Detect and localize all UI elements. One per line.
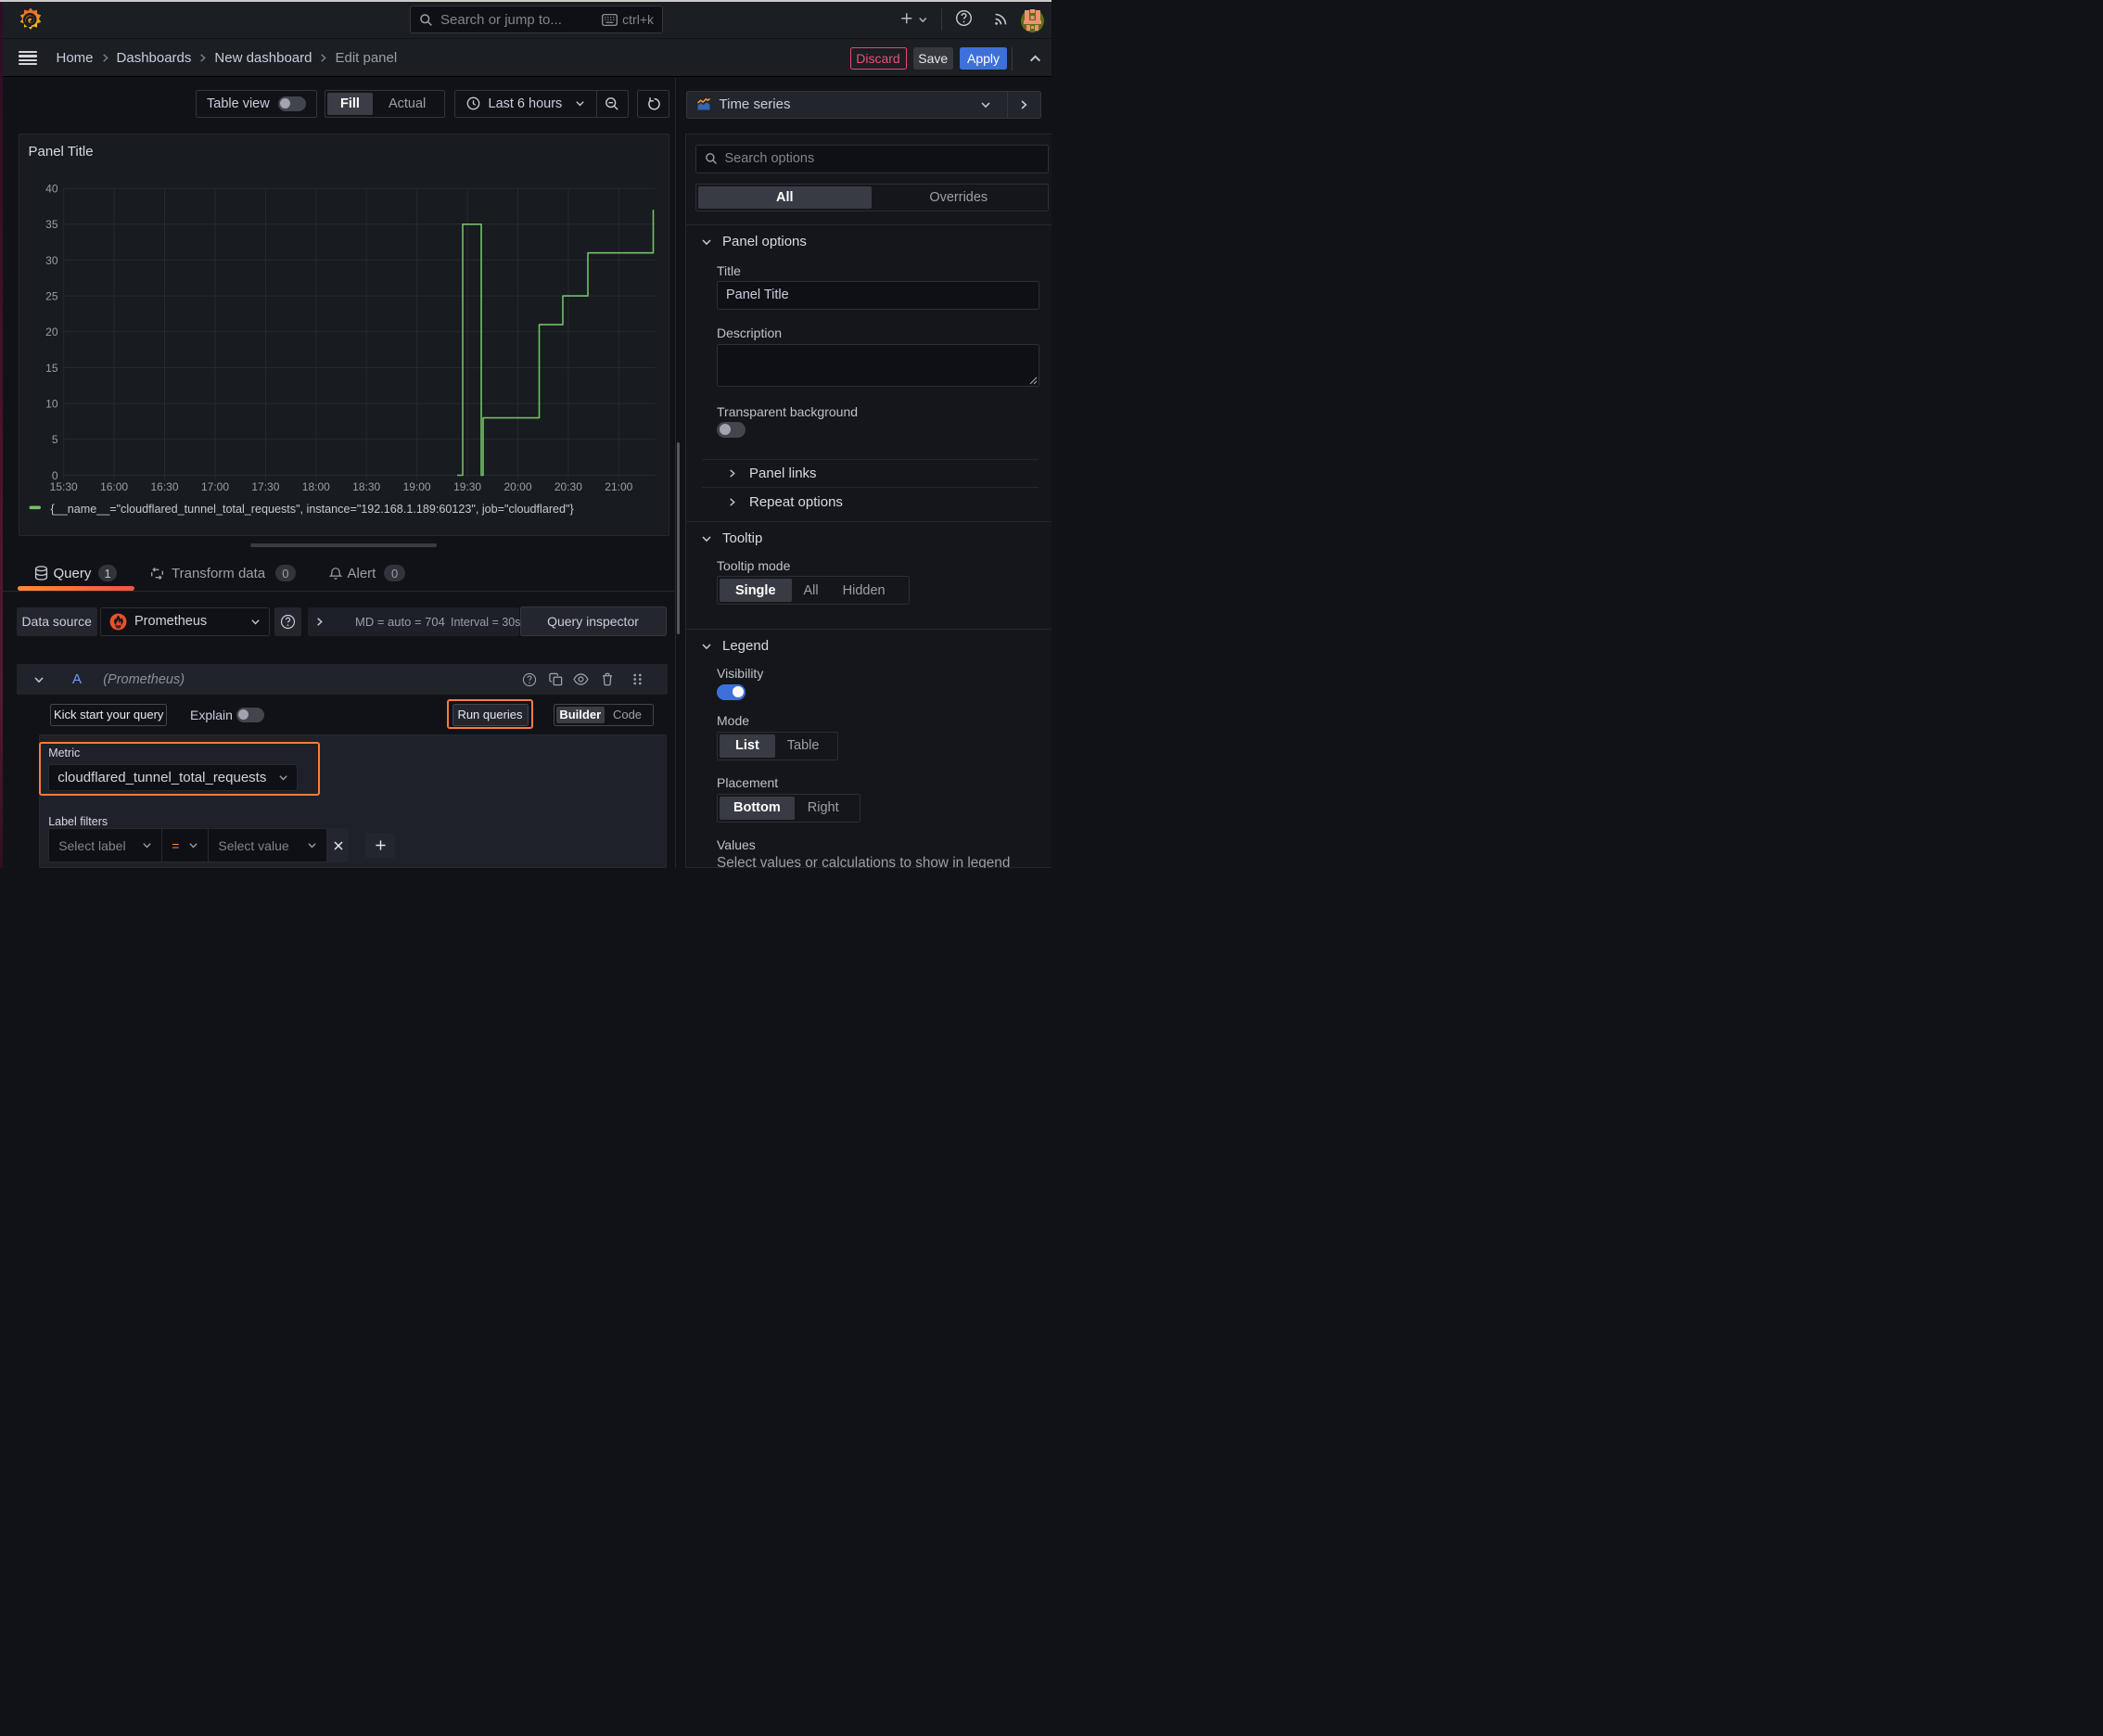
svg-text:35: 35 [45,218,58,231]
svg-text:20:30: 20:30 [554,480,581,493]
svg-text:15:30: 15:30 [49,480,77,493]
svg-text:19:30: 19:30 [453,480,481,493]
svg-text:17:00: 17:00 [200,480,228,493]
svg-text:15: 15 [45,361,58,374]
svg-text:20:00: 20:00 [503,480,531,493]
svg-text:17:30: 17:30 [251,480,279,493]
svg-text:25: 25 [45,289,58,302]
svg-text:16:00: 16:00 [100,480,128,493]
svg-text:30: 30 [45,253,58,266]
svg-text:5: 5 [51,433,57,446]
svg-text:21:00: 21:00 [605,480,632,493]
svg-text:18:30: 18:30 [352,480,380,493]
svg-text:{__name__="cloudflared_tunnel_: {__name__="cloudflared_tunnel_total_requ… [50,503,573,516]
svg-text:40: 40 [45,182,58,195]
svg-text:18:00: 18:00 [301,480,329,493]
svg-text:16:30: 16:30 [150,480,178,493]
svg-text:0: 0 [51,468,57,481]
svg-text:10: 10 [45,397,58,410]
svg-text:19:00: 19:00 [402,480,430,493]
svg-text:20: 20 [45,326,58,338]
